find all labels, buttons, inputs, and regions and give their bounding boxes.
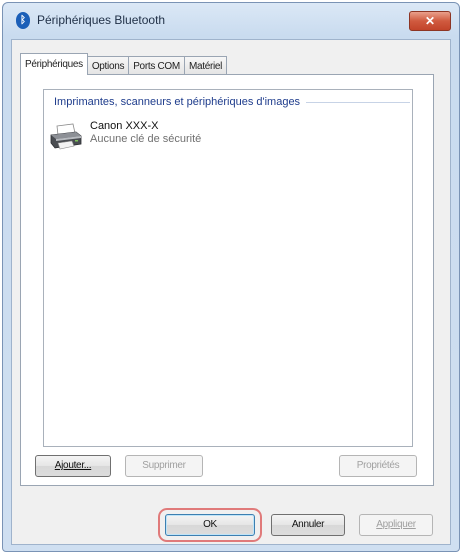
apply-button-label: Appliquer bbox=[376, 519, 416, 530]
cancel-button-label: Annuler bbox=[291, 519, 325, 530]
bluetooth-icon: ᛒ bbox=[16, 12, 30, 29]
window-title: Périphériques Bluetooth bbox=[37, 13, 166, 27]
remove-button[interactable]: Supprimer bbox=[125, 455, 203, 477]
cancel-button[interactable]: Annuler bbox=[271, 514, 345, 536]
device-item[interactable]: Canon XXX-X Aucune clé de sécurité bbox=[48, 116, 201, 152]
tab-strip: Périphériques Options Ports COM Matériel bbox=[20, 53, 228, 75]
device-list[interactable]: Imprimantes, scanneurs et périphériques … bbox=[43, 89, 413, 447]
printer-icon bbox=[50, 123, 82, 150]
add-button-label: Ajouter... bbox=[54, 460, 92, 471]
group-divider bbox=[306, 101, 410, 103]
properties-button-label: Propriétés bbox=[356, 460, 400, 471]
tab-materiel[interactable]: Matériel bbox=[184, 56, 228, 75]
tab-ports-com[interactable]: Ports COM bbox=[129, 56, 185, 75]
tab-peripheriques[interactable]: Périphériques bbox=[20, 53, 88, 75]
remove-button-label: Supprimer bbox=[142, 460, 186, 471]
dialog-body: Périphériques Options Ports COM Matériel… bbox=[11, 39, 451, 545]
tab-panel-peripheriques: Imprimantes, scanneurs et périphériques … bbox=[20, 74, 434, 486]
bluetooth-devices-window: ᛒ Périphériques Bluetooth ✕ Périphérique… bbox=[2, 2, 460, 552]
close-button[interactable]: ✕ bbox=[409, 11, 451, 31]
device-group-header: Imprimantes, scanneurs et périphériques … bbox=[54, 96, 410, 108]
tab-options[interactable]: Options bbox=[87, 56, 130, 75]
title-bar: ᛒ Périphériques Bluetooth ✕ bbox=[3, 3, 459, 37]
apply-button[interactable]: Appliquer bbox=[359, 514, 433, 536]
ok-button[interactable]: OK bbox=[165, 514, 255, 536]
add-button[interactable]: Ajouter... bbox=[35, 455, 111, 477]
close-icon: ✕ bbox=[424, 14, 436, 28]
device-status: Aucune clé de sécurité bbox=[90, 133, 202, 145]
group-label: Imprimantes, scanneurs et périphériques … bbox=[54, 96, 301, 108]
properties-button[interactable]: Propriétés bbox=[339, 455, 417, 477]
ok-button-label: OK bbox=[203, 519, 217, 530]
device-name: Canon XXX-X bbox=[90, 120, 159, 132]
